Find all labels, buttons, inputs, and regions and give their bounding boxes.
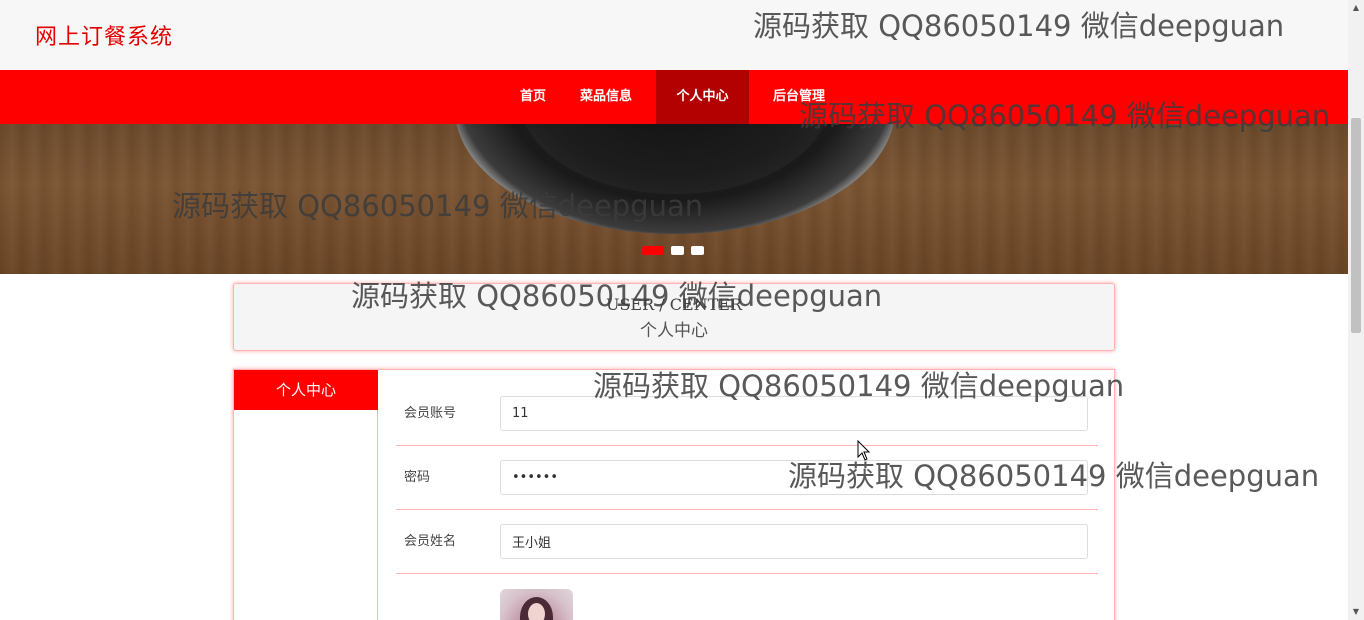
scroll-up-icon[interactable]: ▲ — [1348, 0, 1364, 16]
page-title-cn: 个人中心 — [640, 321, 708, 341]
carousel-dot-3[interactable] — [691, 246, 704, 255]
avatar-face — [528, 603, 545, 620]
carousel-dot-2[interactable] — [671, 246, 684, 255]
nav-item-admin[interactable]: 后台管理 — [760, 70, 838, 124]
scroll-thumb[interactable] — [1351, 118, 1361, 333]
banner-carousel[interactable] — [0, 124, 1348, 274]
page-title-en: USER / CENTER — [605, 295, 743, 314]
name-input[interactable] — [500, 524, 1088, 559]
form-row-account: 会员账号 — [396, 382, 1098, 446]
main-nav: 首页 菜品信息 个人中心 后台管理 — [0, 70, 1348, 124]
carousel-dot-1[interactable] — [642, 246, 664, 255]
sidebar: 个人中心 — [234, 370, 378, 620]
nav-item-home[interactable]: 首页 — [508, 70, 558, 124]
top-header: 网上订餐系统 — [0, 0, 1348, 70]
site-title[interactable]: 网上订餐系统 — [35, 19, 173, 51]
scroll-down-icon[interactable]: ▼ — [1348, 604, 1364, 620]
nav-item-dishes[interactable]: 菜品信息 — [568, 70, 644, 124]
account-label: 会员账号 — [404, 406, 457, 421]
page-title-box: USER / CENTER 个人中心 — [233, 283, 1115, 351]
password-input[interactable] — [500, 460, 1088, 495]
carousel-indicators — [642, 246, 704, 256]
mouse-cursor-icon — [857, 440, 871, 461]
account-input[interactable] — [500, 396, 1088, 431]
page-scrollbar[interactable]: ▲ ▼ — [1348, 0, 1364, 620]
form-row-name: 会员姓名 — [396, 510, 1098, 574]
password-label: 密码 — [404, 470, 431, 485]
name-label: 会员姓名 — [404, 534, 457, 549]
avatar-image[interactable] — [500, 589, 573, 620]
user-center-panel: 个人中心 会员账号 密码 会员姓名 — [233, 369, 1115, 620]
form-row-password: 密码 — [396, 446, 1098, 510]
nav-item-user-center[interactable]: 个人中心 — [656, 70, 749, 124]
sidebar-item-user-center[interactable]: 个人中心 — [234, 370, 378, 410]
